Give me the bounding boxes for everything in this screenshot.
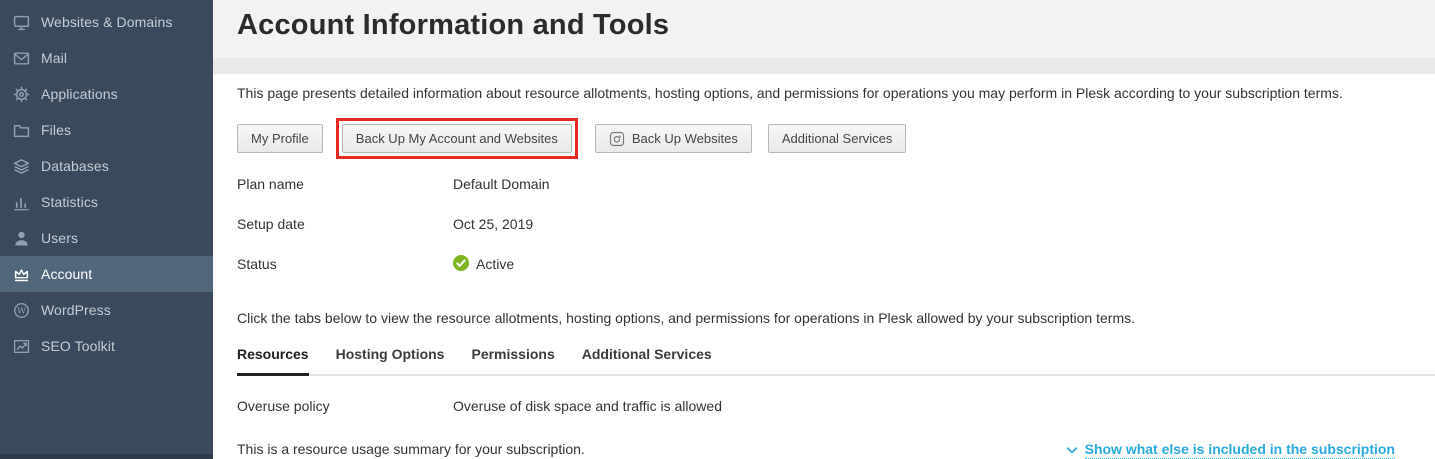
sidebar-item-label: Mail	[41, 50, 67, 66]
backup-websites-button[interactable]: Back Up Websites	[595, 124, 752, 153]
setup-date-value: Oct 25, 2019	[453, 216, 533, 247]
page-header: Account Information and Tools	[213, 0, 1435, 74]
overuse-policy-label: Overuse policy	[237, 398, 453, 414]
sidebar-item-wordpress[interactable]: W WordPress	[0, 292, 213, 328]
wordpress-icon: W	[13, 302, 30, 319]
sidebar-item-databases[interactable]: Databases	[0, 148, 213, 184]
setup-date-row: Setup date Oct 25, 2019	[237, 207, 1435, 247]
database-icon	[13, 158, 30, 175]
setup-date-label: Setup date	[237, 216, 453, 247]
tabs-hint-text: Click the tabs below to view the resourc…	[237, 310, 1435, 326]
sidebar-nav: Websites & Domains Mail Applications Fil…	[0, 0, 213, 364]
sidebar-item-label: Users	[41, 230, 78, 246]
sidebar-item-websites-domains[interactable]: Websites & Domains	[0, 4, 213, 40]
sidebar-item-account[interactable]: Account	[0, 256, 213, 292]
sidebar-item-label: Account	[41, 266, 92, 282]
sidebar-item-statistics[interactable]: Statistics	[0, 184, 213, 220]
main-area: Account Information and Tools This page …	[213, 0, 1435, 459]
resource-summary-text: This is a resource usage summary for you…	[237, 441, 585, 457]
tab-bar: Resources Hosting Options Permissions Ad…	[237, 346, 1435, 376]
monitor-icon	[13, 14, 30, 31]
my-profile-button[interactable]: My Profile	[237, 124, 323, 153]
page-description: This page presents detailed information …	[237, 85, 1435, 101]
status-badge: Active	[476, 256, 514, 272]
svg-text:W: W	[17, 306, 26, 316]
show-subscription-link-text: Show what else is included in the subscr…	[1085, 441, 1395, 459]
tab-additional-services[interactable]: Additional Services	[582, 346, 712, 374]
overuse-policy-value: Overuse of disk space and traffic is all…	[453, 398, 722, 414]
page-title: Account Information and Tools	[237, 9, 1435, 42]
mail-icon	[13, 50, 30, 67]
gear-icon	[13, 86, 30, 103]
annotation-highlight-box: Back Up My Account and Websites	[336, 118, 578, 159]
plan-name-row: Plan name Default Domain	[237, 167, 1435, 207]
status-row: Status Active	[237, 247, 1435, 287]
sidebar-item-label: Applications	[41, 86, 118, 102]
content: This page presents detailed information …	[213, 85, 1435, 459]
stats-icon	[13, 194, 30, 211]
folder-icon	[13, 122, 30, 139]
overuse-policy-row: Overuse policy Overuse of disk space and…	[237, 398, 1435, 414]
sidebar-item-applications[interactable]: Applications	[0, 76, 213, 112]
tab-resources[interactable]: Resources	[237, 346, 309, 374]
tab-permissions[interactable]: Permissions	[471, 346, 554, 374]
sidebar-item-label: SEO Toolkit	[41, 338, 115, 354]
plan-name-value: Default Domain	[453, 176, 550, 207]
additional-services-button[interactable]: Additional Services	[768, 124, 907, 153]
crown-icon	[13, 266, 30, 283]
seo-icon	[13, 338, 30, 355]
sidebar-item-label: Websites & Domains	[41, 14, 172, 30]
user-icon	[13, 230, 30, 247]
toolbar: My Profile Back Up My Account and Websit…	[237, 118, 1435, 159]
sidebar-item-label: Databases	[41, 158, 109, 174]
sidebar-item-users[interactable]: Users	[0, 220, 213, 256]
show-subscription-link[interactable]: Show what else is included in the subscr…	[1066, 441, 1395, 459]
sidebar-item-files[interactable]: Files	[0, 112, 213, 148]
sidebar-item-label: Statistics	[41, 194, 98, 210]
sidebar-item-label: WordPress	[41, 302, 111, 318]
status-label: Status	[237, 256, 453, 287]
sidebar-item-seo-toolkit[interactable]: SEO Toolkit	[0, 328, 213, 364]
sidebar-bottom-strip	[0, 454, 213, 459]
resource-summary-row: This is a resource usage summary for you…	[237, 441, 1435, 459]
chevron-down-icon	[1066, 446, 1078, 455]
sidebar-item-label: Files	[41, 122, 71, 138]
plan-name-label: Plan name	[237, 176, 453, 207]
tab-hosting-options[interactable]: Hosting Options	[336, 346, 445, 374]
sidebar: Websites & Domains Mail Applications Fil…	[0, 0, 213, 459]
sidebar-item-mail[interactable]: Mail	[0, 40, 213, 76]
account-info-rows: Plan name Default Domain Setup date Oct …	[237, 167, 1435, 287]
backup-account-button[interactable]: Back Up My Account and Websites	[342, 124, 572, 153]
backup-restore-icon	[609, 131, 625, 147]
status-ok-check-icon	[453, 255, 469, 271]
